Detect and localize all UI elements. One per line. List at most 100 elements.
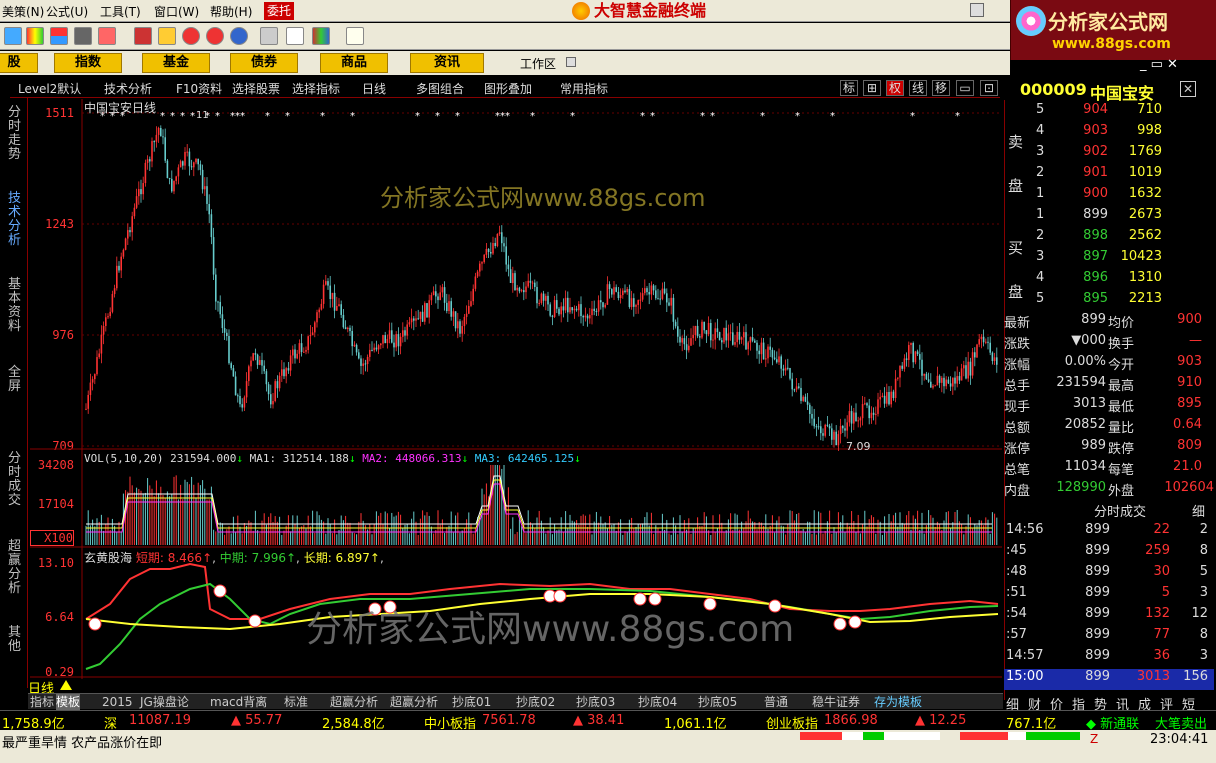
window-icon[interactable]: [286, 27, 304, 45]
help-pointer-icon[interactable]: [346, 27, 364, 45]
inner-outer-volume[interactable]: 内盘 128990 外盘 102604: [1004, 480, 1214, 501]
tick-row-3[interactable]: :51 899 5 3: [1004, 585, 1214, 606]
tab-news[interactable]: 资讯: [410, 53, 484, 73]
tick-row-2[interactable]: :48 899 30 5: [1004, 564, 1214, 585]
workzone-dropdown-icon[interactable]: [566, 57, 576, 67]
tick-row-1[interactable]: :45 899 259 8: [1004, 543, 1214, 564]
refresh-icon[interactable]: [4, 27, 22, 45]
btab-bottom02[interactable]: 抄底02: [516, 694, 555, 710]
multi-chart-button[interactable]: 多图组合: [416, 80, 464, 97]
window-controls[interactable]: _ ▭ ✕: [1140, 57, 1190, 73]
next-button[interactable]: ⊡: [980, 80, 998, 96]
btab-bottom01[interactable]: 抄底01: [452, 694, 491, 710]
sidebar-tab-basic[interactable]: 基本资料: [8, 278, 22, 334]
common-indicators-button[interactable]: 常用指标: [560, 80, 608, 97]
news-icon[interactable]: [230, 27, 248, 45]
minimize-icon[interactable]: [970, 3, 984, 17]
btab-bottom05[interactable]: 抄底05: [698, 694, 737, 710]
quote-stat-0[interactable]: 最新 899 均价 900: [1004, 312, 1214, 333]
btab-super1[interactable]: 超赢分析: [330, 694, 378, 710]
technical-analysis-button[interactable]: 技术分析: [104, 80, 152, 97]
alarm-icon[interactable]: [98, 27, 116, 45]
quote-stat-4[interactable]: 现手 3013 最低 895: [1004, 396, 1214, 417]
menu-window[interactable]: 窗口(W): [154, 3, 199, 20]
sidebar-tab-super[interactable]: 超赢分析: [8, 540, 22, 596]
btab-bottom04[interactable]: 抄底04: [638, 694, 677, 710]
f10-icon[interactable]: [182, 27, 200, 45]
btab-stable[interactable]: 稳牛证券: [812, 694, 860, 710]
rights-button[interactable]: 权: [886, 80, 904, 96]
quote-stat-7[interactable]: 总笔 11034 每笔 21.0: [1004, 459, 1214, 480]
books-icon[interactable]: [312, 27, 330, 45]
alert-icon[interactable]: Z: [1090, 732, 1098, 746]
line-button[interactable]: 线: [909, 80, 927, 96]
level2-default-button[interactable]: Level2默认: [18, 80, 81, 97]
sell-level-4[interactable]: 4 903 998: [1004, 123, 1214, 144]
buy-level-3[interactable]: 3 897 10423: [1004, 249, 1214, 270]
restore-button[interactable]: ▭: [956, 80, 974, 96]
sidebar-tab-other[interactable]: 其他: [8, 626, 22, 654]
tick-row-5[interactable]: :57 899 77 8: [1004, 627, 1214, 648]
quote-icon[interactable]: [26, 27, 44, 45]
flag-icon[interactable]: [134, 27, 152, 45]
select-indicator-button[interactable]: 选择指标: [292, 80, 340, 97]
overlay-button[interactable]: 图形叠加: [484, 80, 532, 97]
tick-row-7[interactable]: 15:00 899 3013 156: [1004, 669, 1214, 690]
sidebar-tab-ticks[interactable]: 分时成交: [8, 452, 22, 508]
btab-2015[interactable]: 2015: [102, 694, 133, 710]
tick-row-6[interactable]: 14:57 899 36 3: [1004, 648, 1214, 669]
menu-strategy[interactable]: 美策(N): [2, 3, 44, 20]
period-daily-button[interactable]: 日线: [362, 80, 386, 97]
sidebar-tab-technical[interactable]: 技术分析: [8, 192, 22, 248]
sell-level-2[interactable]: 2 901 1019: [1004, 165, 1214, 186]
print-icon[interactable]: [260, 27, 278, 45]
buy-level-4[interactable]: 4 896 1310: [1004, 270, 1214, 291]
btab-normal[interactable]: 普通: [764, 694, 788, 710]
select-stock-button[interactable]: 选择股票: [232, 80, 280, 97]
quote-stat-6[interactable]: 涨停 989 跌停 809: [1004, 438, 1214, 459]
finance-icon[interactable]: [206, 27, 224, 45]
menu-tools[interactable]: 工具(T): [100, 3, 141, 20]
diamond-icon[interactable]: [158, 27, 176, 45]
sidebar-tab-intraday[interactable]: 分时走势: [8, 106, 22, 162]
binocular-icon[interactable]: [74, 27, 92, 45]
menu-help[interactable]: 帮助(H): [210, 3, 252, 20]
buy-level-5[interactable]: 5 895 2213: [1004, 291, 1214, 312]
buy-level-2[interactable]: 2 898 2562: [1004, 228, 1214, 249]
quote-stat-5[interactable]: 总额 20852 量比 0.64: [1004, 417, 1214, 438]
mark-button[interactable]: 标: [840, 80, 858, 96]
period-up-icon[interactable]: [60, 680, 72, 690]
tab-fund[interactable]: 基金: [142, 53, 210, 73]
quote-stat-3[interactable]: 总手 231594 最高 910: [1004, 375, 1214, 396]
chart-icon[interactable]: [50, 27, 68, 45]
ticks-header[interactable]: 分时成交细: [1004, 501, 1214, 522]
tab-commodity[interactable]: 商品: [320, 53, 388, 73]
move-button[interactable]: 移: [932, 80, 950, 96]
tab-index[interactable]: 指数: [54, 53, 122, 73]
close-icon[interactable]: ✕: [1180, 81, 1196, 97]
sell-level-3[interactable]: 3 902 1769: [1004, 144, 1214, 165]
btab-super2[interactable]: 超赢分析: [390, 694, 438, 710]
quote-stat-1[interactable]: 涨跌 ▼000 换手 —: [1004, 333, 1214, 354]
tick-row-0[interactable]: 14:56 899 22 2: [1004, 522, 1214, 543]
sell-level-1[interactable]: 1 900 1632: [1004, 186, 1214, 207]
btab-indicator[interactable]: 指标: [30, 694, 54, 710]
news-scroller[interactable]: 最严重旱情 农产品涨价在即: [2, 732, 162, 751]
quote-stat-2[interactable]: 涨幅 0.00% 今开 903: [1004, 354, 1214, 375]
workzone-label[interactable]: 工作区: [520, 55, 556, 72]
entrust-button[interactable]: 委托: [264, 2, 294, 20]
grid-button[interactable]: ⊞: [863, 80, 881, 96]
tick-row-4[interactable]: :54 899 132 12: [1004, 606, 1214, 627]
btab-macd[interactable]: macd背离: [210, 694, 267, 710]
sidebar-tab-fullscreen[interactable]: 全屏: [8, 366, 22, 394]
btab-template[interactable]: 模板: [56, 694, 81, 710]
menu-formula[interactable]: 公式(U): [46, 3, 88, 20]
btab-standard[interactable]: 标准: [284, 694, 308, 710]
sell-level-5[interactable]: 5 904 710: [1004, 102, 1214, 123]
f10-button[interactable]: F10资料: [176, 80, 222, 97]
tab-stock[interactable]: 股: [0, 53, 38, 73]
btab-save-template[interactable]: 存为模板: [874, 694, 922, 710]
tab-bond[interactable]: 债券: [230, 53, 298, 73]
btab-bottom03[interactable]: 抄底03: [576, 694, 615, 710]
btab-jg[interactable]: JG操盘论: [140, 694, 189, 710]
